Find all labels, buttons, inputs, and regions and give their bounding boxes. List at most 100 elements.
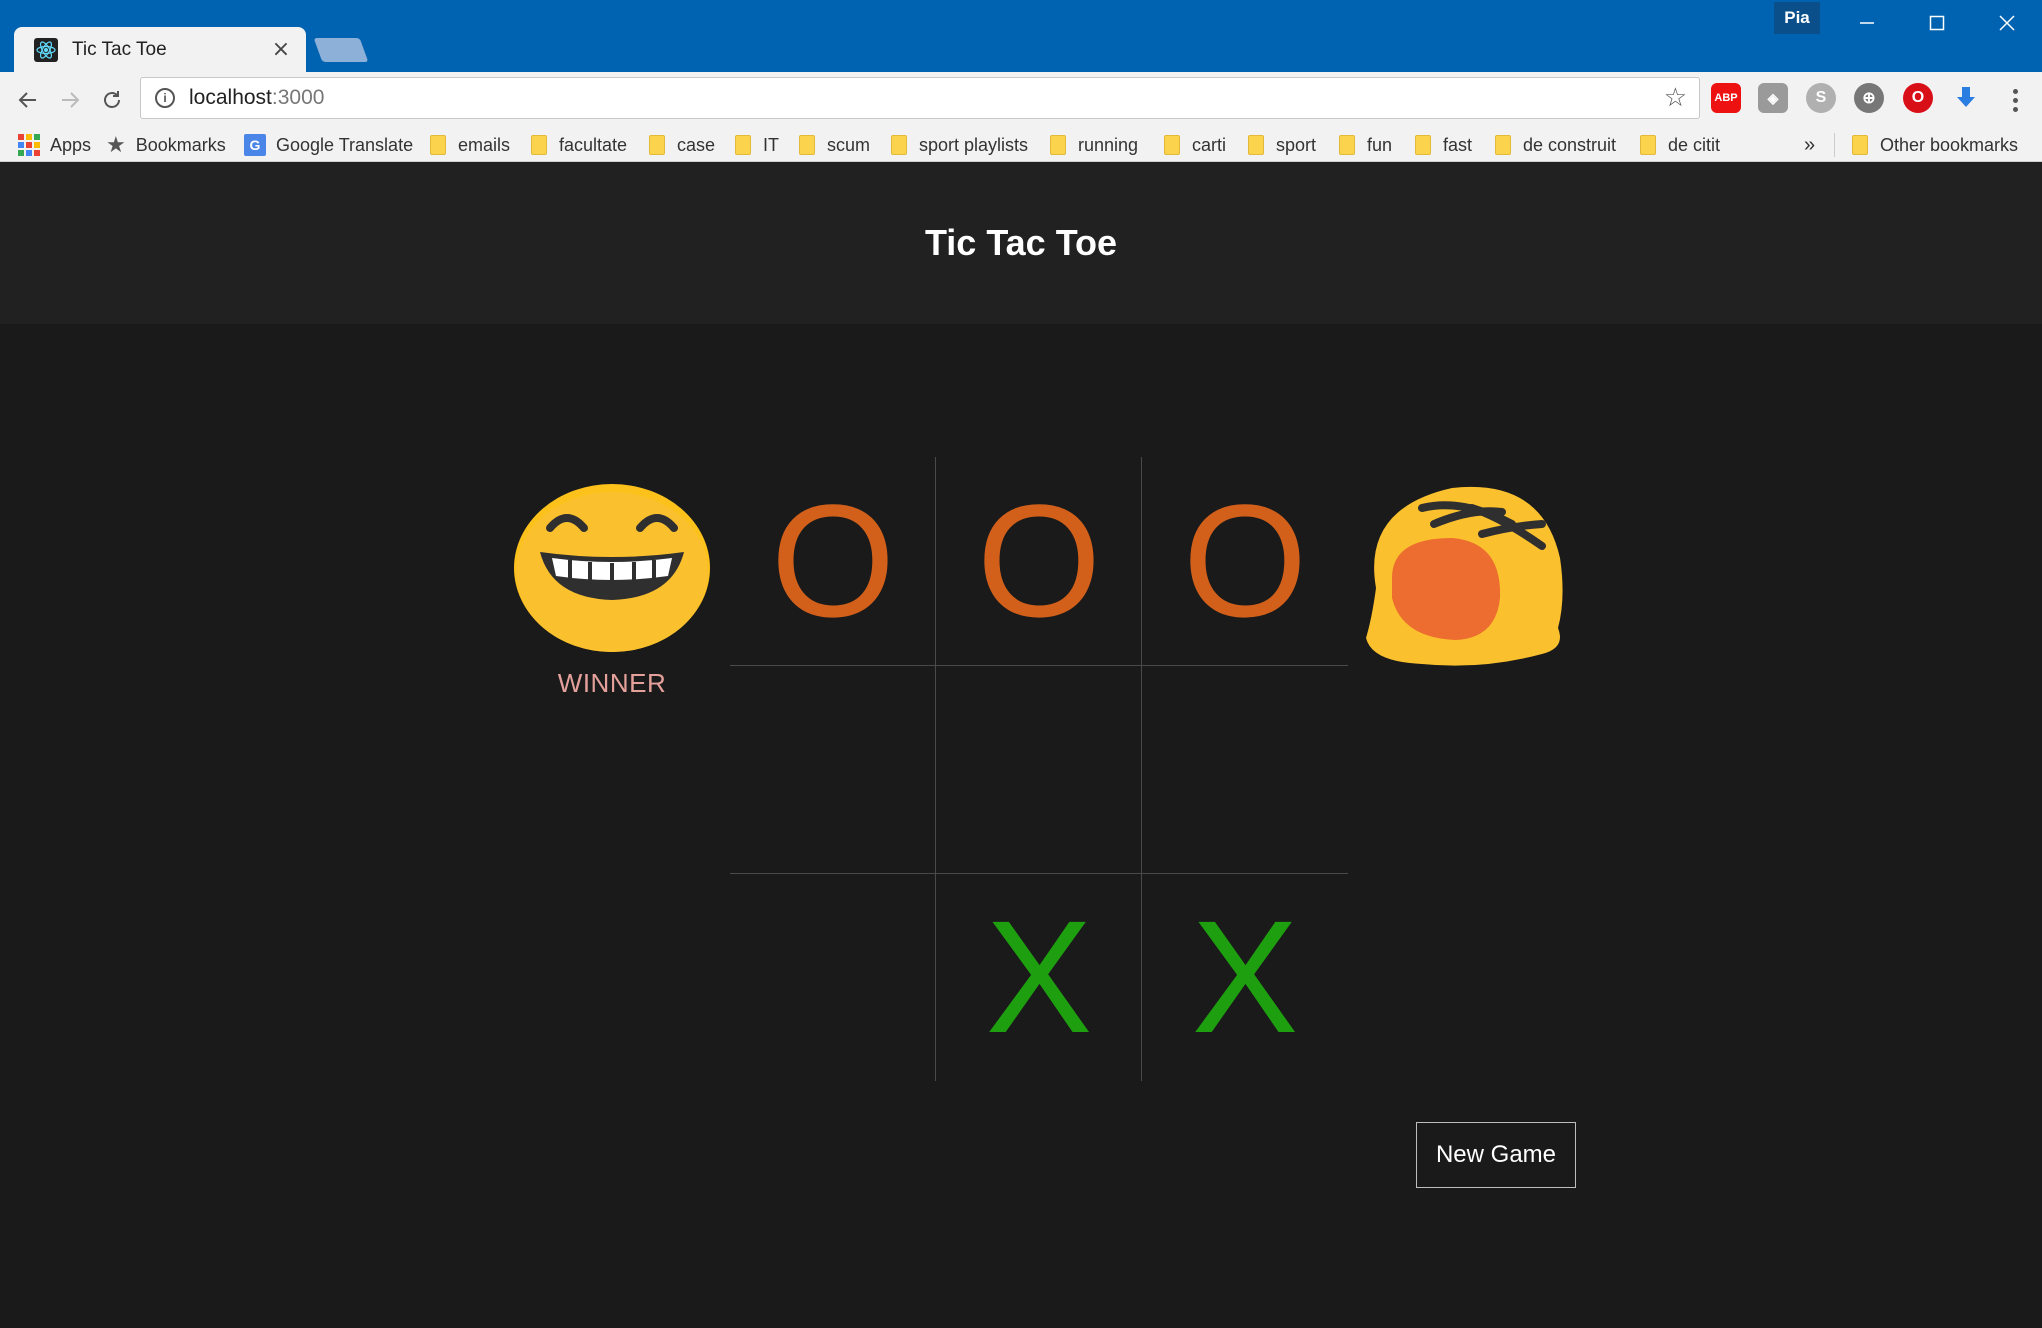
bookmark-label: emails — [458, 134, 511, 155]
bookmark-folder-fun[interactable]: fun — [1339, 128, 1392, 162]
react-favicon-icon — [34, 37, 58, 62]
bookmark-label: scum — [827, 134, 871, 155]
bookmark-label: Bookmarks — [135, 134, 226, 155]
board-cell-1[interactable]: O — [730, 457, 936, 665]
folder-icon — [1852, 135, 1868, 155]
address-bar[interactable]: i localhost :3000 ☆ — [140, 77, 1700, 119]
board-cell-5[interactable] — [936, 665, 1142, 873]
bookmark-label: Apps — [50, 134, 92, 155]
back-button[interactable] — [10, 82, 46, 118]
evernote-icon[interactable]: ◈ — [1758, 83, 1788, 113]
menu-icon[interactable] — [2000, 82, 2030, 118]
apps-icon — [18, 134, 40, 156]
arrow-right-icon — [62, 92, 80, 108]
bookmark-label: Google Translate — [276, 134, 414, 155]
browser-tab[interactable]: Tic Tac Toe × — [14, 27, 306, 72]
bookmark-folder-de-citit[interactable]: de citit — [1640, 128, 1720, 162]
download-icon[interactable] — [1951, 83, 1981, 113]
app-header: Tic Tac Toe — [0, 162, 2042, 324]
bookmark-folder-running[interactable]: running — [1050, 128, 1138, 162]
bookmarks-bar: Apps ★ Bookmarks G Google Translate emai… — [0, 128, 2042, 162]
winner-label: WINNER — [557, 668, 667, 698]
bookmarks-divider — [1834, 133, 1835, 157]
board-cell-6[interactable] — [1142, 665, 1348, 873]
folder-icon — [1339, 135, 1355, 155]
bookmark-label: sport playlists — [919, 134, 1029, 155]
skype-icon[interactable]: S — [1806, 83, 1836, 113]
board-cell-7[interactable] — [730, 873, 936, 1081]
bookmark-label: fast — [1443, 134, 1473, 155]
new-tab-button[interactable] — [313, 38, 369, 62]
folder-icon — [799, 135, 815, 155]
browser-toolbar: i localhost :3000 ☆ ABP ◈ S ⊕ O — [0, 72, 2042, 128]
star-icon: ★ — [106, 132, 126, 157]
game-board: O O O X X — [730, 457, 1348, 1081]
globe-icon[interactable]: ⊕ — [1854, 83, 1884, 113]
bookmark-label: facultate — [559, 134, 628, 155]
bookmark-bookmarks[interactable]: ★ Bookmarks — [106, 128, 226, 162]
bookmark-apps[interactable]: Apps — [18, 128, 91, 162]
folder-icon — [1495, 135, 1511, 155]
bookmark-star-icon[interactable]: ☆ — [1664, 85, 1687, 111]
bookmark-folder-facultate[interactable]: facultate — [531, 128, 627, 162]
folder-icon — [1050, 135, 1066, 155]
bookmark-label: IT — [763, 134, 779, 155]
folder-icon — [735, 135, 751, 155]
forward-button[interactable] — [52, 82, 88, 118]
bookmark-folder-fast[interactable]: fast — [1415, 128, 1472, 162]
bookmark-label: fun — [1367, 134, 1393, 155]
page-content: Tic Tac Toe WINNER O O O X X New Game — [0, 162, 2042, 1328]
profile-button[interactable]: Pia — [1774, 2, 1820, 34]
right-player — [1362, 478, 1572, 672]
folder-icon — [891, 135, 907, 155]
board-cell-2[interactable]: O — [936, 457, 1142, 665]
folder-icon — [531, 135, 547, 155]
tab-close-icon[interactable]: × — [270, 37, 292, 62]
reload-button[interactable] — [94, 82, 130, 118]
bookmark-folder-de-construit[interactable]: de construit — [1495, 128, 1616, 162]
bookmark-label: carti — [1192, 134, 1227, 155]
url-host: localhost — [189, 86, 272, 109]
folder-icon — [1640, 135, 1656, 155]
crying-emoji-icon — [1366, 486, 1563, 666]
title-bar: Tic Tac Toe × Pia — [0, 0, 2042, 72]
folder-icon — [1164, 135, 1180, 155]
folder-icon — [1248, 135, 1264, 155]
bookmark-label: sport — [1276, 134, 1317, 155]
bookmark-folder-sport[interactable]: sport — [1248, 128, 1316, 162]
board-cell-8[interactable]: X — [936, 873, 1142, 1081]
bookmark-label: de construit — [1523, 134, 1617, 155]
reload-icon — [104, 91, 120, 108]
info-icon[interactable]: i — [155, 88, 175, 108]
new-game-button[interactable]: New Game — [1416, 1122, 1576, 1188]
minimize-icon — [1860, 22, 1874, 24]
tab-title: Tic Tac Toe — [72, 38, 167, 60]
close-window-button[interactable] — [1972, 0, 2042, 46]
adblock-icon[interactable]: ABP — [1711, 83, 1741, 113]
google-translate-icon: G — [244, 134, 266, 156]
folder-icon — [430, 135, 446, 155]
board-cell-9[interactable]: X — [1142, 873, 1348, 1081]
arrow-left-icon — [18, 92, 36, 108]
opera-icon[interactable]: O — [1903, 83, 1933, 113]
bookmarks-overflow-button[interactable]: » — [1804, 128, 1815, 162]
laughing-emoji-icon — [514, 484, 710, 652]
bookmark-folder-scum[interactable]: scum — [799, 128, 870, 162]
left-player: WINNER — [508, 480, 716, 699]
maximize-icon — [1929, 15, 1945, 31]
bookmark-folder-it[interactable]: IT — [735, 128, 779, 162]
bookmark-other-bookmarks[interactable]: Other bookmarks — [1852, 128, 2018, 162]
minimize-button[interactable] — [1832, 0, 1902, 46]
board-cell-3[interactable]: O — [1142, 457, 1348, 665]
bookmark-label: running — [1078, 134, 1139, 155]
bookmark-label: case — [677, 134, 716, 155]
bookmark-google-translate[interactable]: G Google Translate — [244, 128, 413, 162]
bookmark-folder-carti[interactable]: carti — [1164, 128, 1226, 162]
page-title: Tic Tac Toe — [924, 222, 1118, 263]
board-cell-4[interactable] — [730, 665, 936, 873]
bookmark-folder-emails[interactable]: emails — [430, 128, 510, 162]
folder-icon — [1415, 135, 1431, 155]
maximize-button[interactable] — [1902, 0, 1972, 46]
bookmark-folder-sport-playlists[interactable]: sport playlists — [891, 128, 1028, 162]
bookmark-folder-case[interactable]: case — [649, 128, 715, 162]
